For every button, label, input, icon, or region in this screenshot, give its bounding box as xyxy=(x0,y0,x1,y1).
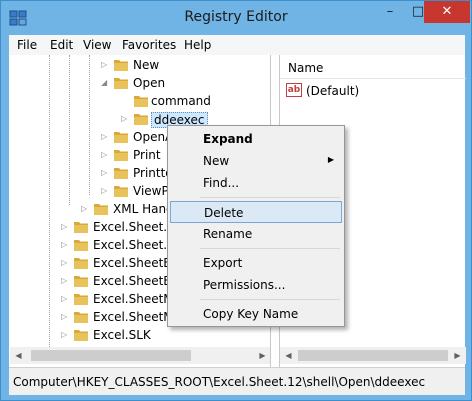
context-menu-label: New xyxy=(203,154,230,168)
tree-item-label: Print xyxy=(133,148,161,162)
menu-file[interactable]: File xyxy=(17,38,37,52)
folder-icon xyxy=(134,96,148,107)
context-menu-copy-key-name[interactable]: Copy Key Name xyxy=(170,303,342,325)
menu-edit[interactable]: Edit xyxy=(50,38,73,52)
list-header: Name xyxy=(280,55,466,79)
scroll-left-arrow-icon[interactable]: ◀ xyxy=(10,347,27,364)
collapsed-arrow-icon[interactable]: ▷ xyxy=(101,150,109,160)
folder-icon xyxy=(114,60,128,71)
collapsed-arrow-icon[interactable]: ▷ xyxy=(61,240,69,250)
context-menu-export[interactable]: Export xyxy=(170,252,342,274)
collapsed-arrow-icon[interactable]: ▷ xyxy=(101,168,109,178)
menu-favorites[interactable]: Favorites xyxy=(122,38,176,52)
menu-separator xyxy=(200,197,340,198)
folder-icon xyxy=(74,258,88,269)
list-horizontal-scrollbar[interactable]: ◀ ▶ xyxy=(280,347,466,364)
menu-view[interactable]: View xyxy=(83,38,111,52)
menu-separator xyxy=(200,248,340,249)
column-header-name[interactable]: Name xyxy=(288,61,323,75)
context-menu-label: Find... xyxy=(203,176,240,190)
collapsed-arrow-icon[interactable]: ▷ xyxy=(61,330,69,340)
close-button[interactable]: ✕ xyxy=(424,1,470,23)
context-menu: Expand New ▶ Find... Delete Rename Export Permi… xyxy=(167,125,345,327)
folder-icon xyxy=(74,222,88,233)
folder-icon xyxy=(74,312,88,323)
context-menu-rename[interactable]: Rename xyxy=(170,223,342,245)
tree-item-label: Excel.Sheet.5 xyxy=(93,220,175,234)
folder-icon xyxy=(74,240,88,251)
registry-editor-window: Registry Editor – □ ✕ File Edit View Fav… xyxy=(0,0,472,401)
tree-item-label: Open xyxy=(133,76,166,90)
context-menu-expand[interactable]: Expand xyxy=(170,128,342,150)
collapsed-arrow-icon[interactable]: ▷ xyxy=(61,276,69,286)
folder-icon xyxy=(134,114,148,125)
scroll-right-arrow-icon[interactable]: ▶ xyxy=(449,347,466,364)
folder-icon xyxy=(74,294,88,305)
expanded-arrow-icon[interactable]: ◢ xyxy=(101,78,109,88)
context-menu-new[interactable]: New ▶ xyxy=(170,150,342,172)
tree-item-label: Excel.SLK xyxy=(93,328,151,342)
folder-icon xyxy=(114,78,128,89)
minimize-button[interactable]: – xyxy=(376,1,404,23)
context-menu-label: Rename xyxy=(203,227,253,241)
context-menu-label: Export xyxy=(203,256,243,270)
tree-item-label: XML Hand xyxy=(113,202,174,216)
context-menu-label: Delete xyxy=(204,206,244,220)
collapsed-arrow-icon[interactable]: ▷ xyxy=(61,222,69,232)
folder-icon xyxy=(94,204,108,215)
folder-icon xyxy=(114,150,128,161)
collapsed-arrow-icon[interactable]: ▷ xyxy=(101,186,109,196)
scroll-left-arrow-icon[interactable]: ◀ xyxy=(280,347,297,364)
collapsed-arrow-icon[interactable]: ▷ xyxy=(101,60,109,70)
tree-item[interactable]: ▷ Excel.SLK xyxy=(9,327,270,345)
folder-icon xyxy=(74,330,88,341)
tree-horizontal-scrollbar[interactable]: ◀ ▶ xyxy=(10,347,270,364)
collapsed-arrow-icon[interactable]: ▷ xyxy=(81,204,89,214)
context-menu-find[interactable]: Find... xyxy=(170,172,342,194)
tree-item-label: Excel.Sheet.8 xyxy=(93,238,175,252)
collapsed-arrow-icon[interactable]: ▷ xyxy=(61,258,69,268)
context-menu-delete[interactable]: Delete xyxy=(170,201,342,223)
collapsed-arrow-icon[interactable]: ▷ xyxy=(61,312,69,322)
menu-separator xyxy=(200,299,340,300)
tree-item[interactable]: command xyxy=(9,93,270,111)
status-bar: Computer\HKEY_CLASSES_ROOT\Excel.Sheet.1… xyxy=(9,367,465,395)
collapsed-arrow-icon[interactable]: ▷ xyxy=(101,132,109,142)
collapsed-arrow-icon[interactable]: ▷ xyxy=(121,114,129,124)
folder-icon xyxy=(114,186,128,197)
context-menu-label: Copy Key Name xyxy=(203,307,299,321)
tree-item-label: command xyxy=(151,94,211,108)
submenu-arrow-icon: ▶ xyxy=(327,155,334,164)
context-menu-permissions[interactable]: Permissions... xyxy=(170,274,342,296)
context-menu-label: Expand xyxy=(203,132,253,146)
menu-help[interactable]: Help xyxy=(184,38,211,52)
collapsed-arrow-icon[interactable]: ▷ xyxy=(61,294,69,304)
scroll-right-arrow-icon[interactable]: ▶ xyxy=(254,347,270,364)
folder-icon xyxy=(114,168,128,179)
menu-bar: File Edit View Favorites Help xyxy=(9,35,465,55)
title-bar[interactable]: Registry Editor – □ ✕ xyxy=(1,1,471,35)
folder-icon xyxy=(74,276,88,287)
status-path: Computer\HKEY_CLASSES_ROOT\Excel.Sheet.1… xyxy=(13,375,426,389)
scroll-thumb[interactable] xyxy=(298,350,448,361)
string-value-icon: ab xyxy=(286,83,302,97)
tree-item[interactable]: ▷ New xyxy=(9,57,270,75)
context-menu-label: Permissions... xyxy=(203,278,286,292)
tree-item-label: New xyxy=(133,58,160,72)
value-name: (Default) xyxy=(306,84,360,98)
folder-icon xyxy=(114,132,128,143)
tree-item[interactable]: ◢ Open xyxy=(9,75,270,93)
scroll-thumb[interactable] xyxy=(31,350,191,361)
